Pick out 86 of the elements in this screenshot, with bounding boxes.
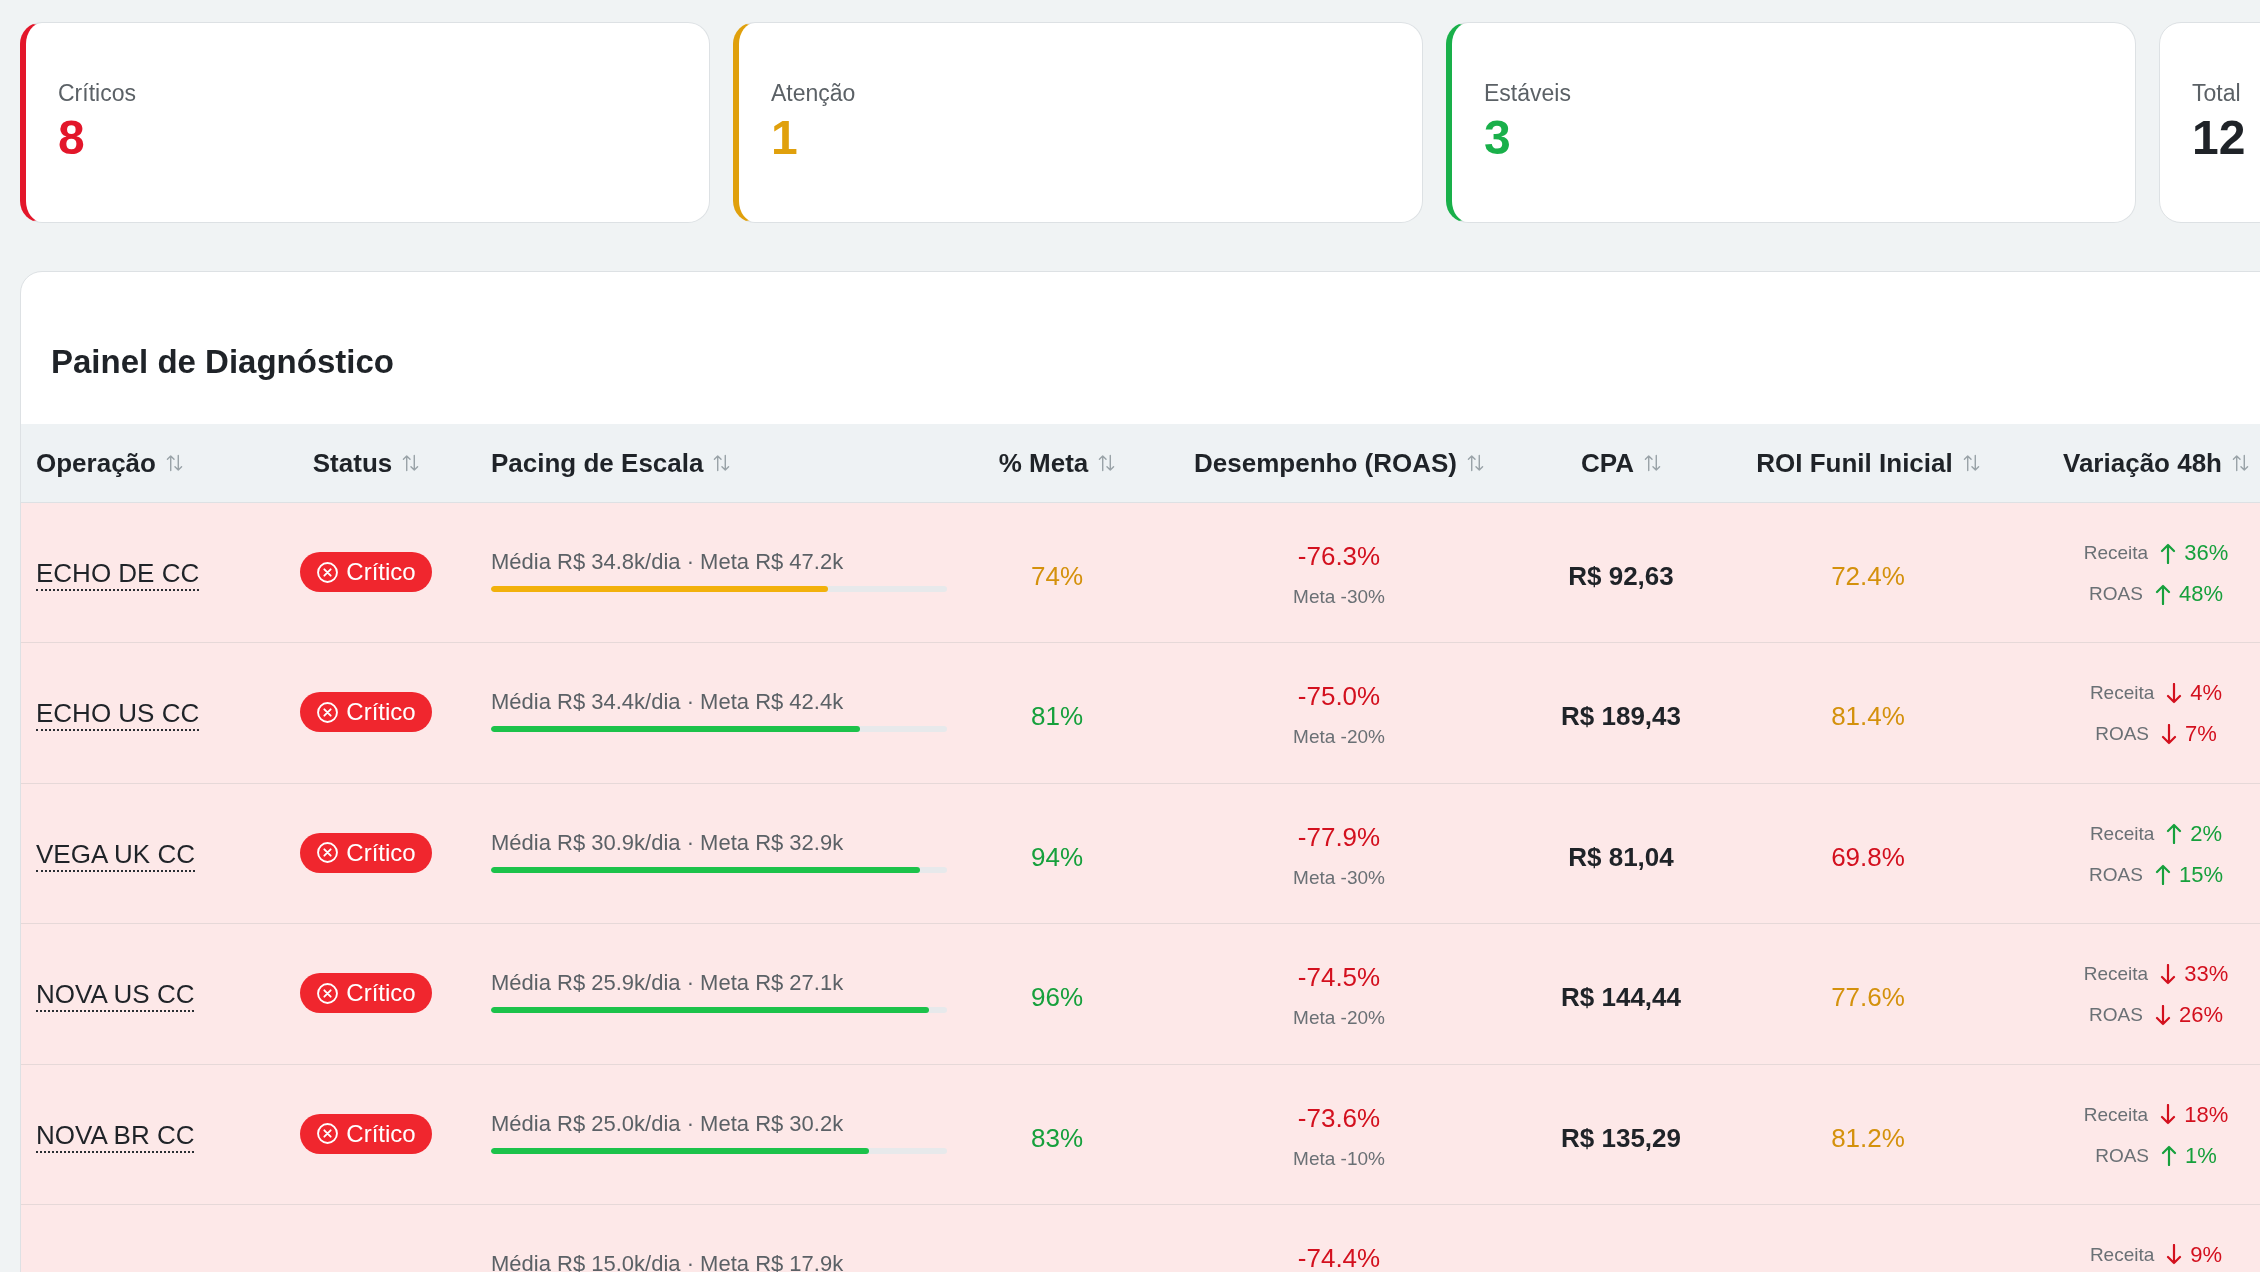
variation-value: 33% xyxy=(2184,960,2229,989)
cpa-value: R$ 189,43 xyxy=(1561,700,1681,733)
cpa-value: R$ 81,04 xyxy=(1568,840,1674,873)
variation-label: Receita xyxy=(2089,681,2155,706)
roas-target: Meta -20% xyxy=(1293,1006,1385,1031)
x-circle-icon xyxy=(317,842,339,864)
roas-target: Meta -10% xyxy=(1293,1146,1385,1171)
variation-value: 36% xyxy=(2184,539,2229,567)
roi-value: 77.6% xyxy=(1831,981,1905,1014)
cpa-value: R$ 135,29 xyxy=(1561,1121,1681,1154)
status-label: Crítico xyxy=(346,979,416,1008)
pacing-text: Média R$ 15.0k/dia · Meta R$ 17.9k xyxy=(491,1249,845,1272)
variation-value: 4% xyxy=(2190,679,2223,708)
cpa-value: R$ 92,63 xyxy=(1568,560,1674,592)
x-circle-icon xyxy=(317,982,339,1004)
variation-value: 15% xyxy=(2178,860,2223,889)
meta-percent: 74% xyxy=(1030,560,1083,592)
operation-name[interactable]: ECHO US CC xyxy=(36,698,200,732)
roas-target: Meta -30% xyxy=(1293,865,1385,890)
roas-target: Meta -30% xyxy=(1293,585,1385,609)
variation-label: ROAS xyxy=(2089,582,2143,606)
roi-value: 81.2% xyxy=(1831,1121,1905,1154)
card-value: 12 xyxy=(2192,110,2246,166)
column-header[interactable]: Pacing de Escala xyxy=(491,447,731,479)
meta-percent: 83% xyxy=(1030,1121,1083,1154)
variation-value: 7% xyxy=(2185,720,2217,749)
roas-value: -76.3% xyxy=(1297,541,1381,571)
variation-label: ROAS xyxy=(2095,722,2150,747)
column-header[interactable]: Status xyxy=(312,447,420,479)
column-header[interactable]: Variação 48h xyxy=(2063,447,2249,479)
variation-value: 2% xyxy=(2190,819,2223,848)
meta-percent: 94% xyxy=(1030,840,1083,873)
variation-value: 18% xyxy=(2184,1100,2229,1129)
status-label: Crítico xyxy=(346,558,416,586)
column-header[interactable]: CPA xyxy=(1581,447,1661,479)
cpa-value: R$ 144,44 xyxy=(1561,981,1681,1014)
card-label: Estáveis xyxy=(1484,79,1571,107)
pacing-text: Média R$ 25.9k/dia · Meta R$ 27.1k xyxy=(491,969,845,998)
roas-value: -77.9% xyxy=(1297,821,1381,852)
column-header[interactable]: ROI Funil Inicial xyxy=(1756,447,1980,479)
roi-value: 69.8% xyxy=(1831,840,1905,873)
roas-target: Meta -20% xyxy=(1293,725,1385,750)
panel-title: Painel de Diagnóstico xyxy=(51,342,395,382)
pacing-text: Média R$ 30.9k/dia · Meta R$ 32.9k xyxy=(491,828,845,857)
operation-name[interactable]: NOVA BR CC xyxy=(36,1119,195,1153)
pacing-text: Média R$ 25.0k/dia · Meta R$ 30.2k xyxy=(491,1109,845,1138)
variation-label: ROAS xyxy=(2089,1003,2143,1028)
status-label: Crítico xyxy=(346,698,416,727)
roas-value: -75.0% xyxy=(1297,681,1381,712)
pacing-text: Média R$ 34.4k/dia · Meta R$ 42.4k xyxy=(491,688,845,717)
column-header[interactable]: % Meta xyxy=(998,447,1116,479)
variation-value: 48% xyxy=(2178,580,2223,608)
roas-value: -74.4% xyxy=(1297,1242,1381,1272)
meta-percent: 81% xyxy=(1030,700,1083,733)
column-header[interactable]: Desempenho (ROAS) xyxy=(1194,447,1484,479)
card-label: Críticos xyxy=(58,79,136,107)
card-value: 3 xyxy=(1484,110,1511,166)
roi-value: 81.4% xyxy=(1831,700,1905,733)
variation-label: Receita xyxy=(2083,541,2149,565)
operation-name[interactable]: ECHO DE CC xyxy=(36,558,200,591)
status-label: Crítico xyxy=(346,838,416,867)
variation-label: Receita xyxy=(2089,821,2155,846)
roas-value: -73.6% xyxy=(1297,1102,1381,1133)
operation-name[interactable]: NOVA US CC xyxy=(36,979,195,1013)
x-circle-icon xyxy=(317,1123,339,1145)
variation-label: ROAS xyxy=(2089,862,2143,887)
card-label: Atenção xyxy=(771,79,856,107)
roi-value: 72.4% xyxy=(1831,560,1905,592)
card-value: 1 xyxy=(771,110,798,166)
operation-name[interactable]: VEGA UK CC xyxy=(36,838,195,872)
variation-label: Receita xyxy=(2083,962,2149,987)
variation-value: 1% xyxy=(2185,1141,2217,1170)
variation-value: 9% xyxy=(2190,1240,2223,1269)
variation-value: 26% xyxy=(2178,1001,2223,1030)
status-label: Crítico xyxy=(346,1119,416,1148)
pacing-text: Média R$ 34.8k/dia · Meta R$ 47.2k xyxy=(491,548,845,576)
x-circle-icon xyxy=(317,561,339,583)
card-label: Total xyxy=(2192,79,2241,107)
variation-label: Receita xyxy=(2083,1102,2149,1127)
variation-label: ROAS xyxy=(2095,1143,2150,1168)
roas-value: -74.5% xyxy=(1297,962,1381,993)
card-value: 8 xyxy=(58,110,85,166)
column-header[interactable]: Operação xyxy=(36,447,183,479)
meta-percent: 96% xyxy=(1030,981,1083,1014)
x-circle-icon xyxy=(317,701,339,723)
variation-label: Receita xyxy=(2089,1242,2155,1267)
